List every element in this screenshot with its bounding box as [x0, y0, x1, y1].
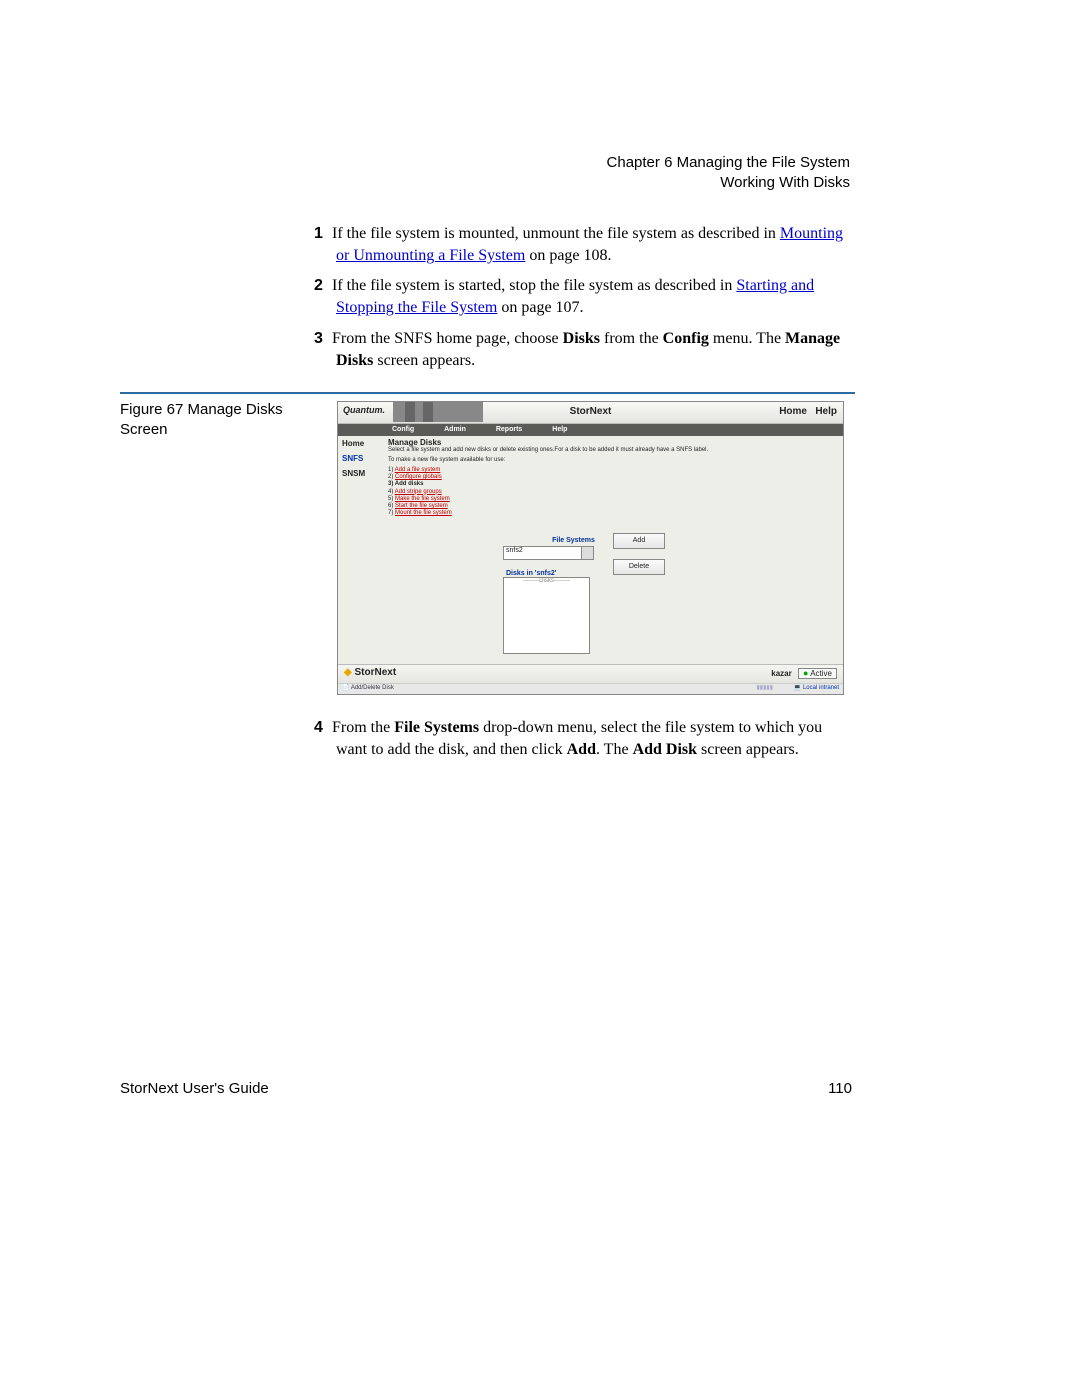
menu-help[interactable]: Help	[552, 424, 567, 436]
sidebar: Home SNFS SNSM	[338, 436, 386, 481]
manage-disks-screenshot: Quantum. StorNext Home Help Config Admin…	[337, 401, 844, 695]
t: screen appears.	[373, 352, 475, 369]
menu-bar: Config Admin Reports Help	[338, 424, 843, 436]
header-links: Home Help	[779, 406, 837, 417]
app-titlebar: Quantum. StorNext Home Help	[338, 402, 843, 424]
buttons: Add Delete	[613, 533, 665, 585]
app-body: Home SNFS SNSM Manage Disks Select a fil…	[338, 436, 843, 664]
n: 5)	[388, 496, 395, 502]
n: 6)	[388, 503, 395, 509]
step-text-tail: on page 107.	[497, 299, 583, 316]
step-add-file-system[interactable]: Add a file system	[395, 467, 441, 473]
app-title: StorNext	[338, 406, 843, 417]
step-text-tail: on page 108.	[525, 247, 611, 264]
status-badge: ● Active	[798, 668, 837, 679]
main-panel: Manage Disks Select a file system and ad…	[388, 438, 839, 654]
step-make-file-system[interactable]: Make the file system	[395, 496, 450, 502]
status-left: 📄 Add/Delete Disk	[342, 684, 394, 691]
footer-logo: ◆ StorNext	[344, 667, 396, 678]
logo-dot-icon: ◆	[344, 667, 352, 678]
t: screen appears.	[697, 741, 799, 758]
t: Config	[663, 330, 709, 347]
n: 7)	[388, 510, 395, 516]
panel-desc: Select a file system and add new disks o…	[388, 447, 839, 453]
status-right-text: Local intranet	[803, 685, 839, 691]
file-systems-select[interactable]: snfs2	[503, 546, 594, 560]
step-mount-file-system[interactable]: Mount the file system	[395, 510, 452, 516]
step-number: 3	[314, 328, 332, 350]
document-page: Chapter 6 Managing the File System Worki…	[0, 0, 1080, 1397]
app-footer: ◆ StorNext kazar ● Active	[338, 664, 843, 684]
t: Disks	[563, 330, 600, 347]
t: Add	[567, 741, 596, 758]
howto-intro: To make a new file system available for …	[388, 457, 839, 463]
menu-config[interactable]: Config	[392, 424, 414, 436]
page-header: Chapter 6 Managing the File System Worki…	[607, 153, 850, 194]
figure-caption: Figure 67 Manage Disks Screen	[120, 400, 320, 439]
file-systems-value: snfs2	[506, 547, 523, 554]
t: . The	[596, 741, 633, 758]
nav-snfs[interactable]: SNFS	[338, 451, 386, 466]
t: From the SNFS home page, choose	[332, 330, 563, 347]
step-number: 2	[314, 275, 332, 297]
step-4: 4From the File Systems drop-down menu, s…	[336, 717, 855, 762]
n: 4)	[388, 489, 395, 495]
status-dot-icon: ●	[803, 668, 808, 678]
howto-steps: 1) Add a file system 2) Configure global…	[388, 467, 839, 517]
home-link[interactable]: Home	[779, 406, 807, 417]
footer-page: 110	[828, 1080, 852, 1097]
disks-listbox[interactable]: --------Disks--------	[503, 577, 590, 654]
step-text: If the file system is started, stop the …	[332, 277, 736, 294]
n: 1)	[388, 467, 395, 473]
step-text: If the file system is mounted, unmount t…	[332, 225, 780, 242]
status-ticks-icon: ▮▮▮▮▮	[756, 684, 773, 691]
panel-title: Manage Disks	[388, 438, 839, 447]
disks-placeholder: --------Disks--------	[523, 578, 570, 584]
n: 2)	[388, 474, 395, 480]
t: from the	[600, 330, 663, 347]
chapter-title: Chapter 6 Managing the File System	[607, 153, 850, 173]
help-link[interactable]: Help	[815, 406, 837, 417]
disks-label: Disks in 'snfs2'	[506, 570, 839, 577]
footer-logo-text: StorNext	[354, 667, 396, 678]
status-text: Active	[810, 669, 832, 678]
t: File Systems	[394, 719, 479, 736]
menu-admin[interactable]: Admin	[444, 424, 466, 436]
status-left-text: Add/Delete Disk	[351, 685, 394, 691]
add-button[interactable]: Add	[613, 533, 665, 549]
step-number: 4	[314, 717, 332, 739]
step-start-file-system[interactable]: Start the file system	[395, 503, 448, 509]
file-systems-label: File Systems	[337, 537, 839, 544]
section-title: Working With Disks	[607, 173, 850, 193]
status-right: 💻 Local intranet	[794, 684, 839, 691]
step-add-stripe-groups[interactable]: Add stripe groups	[395, 489, 442, 495]
divider	[120, 392, 855, 394]
t: From the	[332, 719, 394, 736]
step-2: 2If the file system is started, stop the…	[336, 275, 855, 320]
host-name: kazar	[771, 669, 791, 678]
menu-reports[interactable]: Reports	[496, 424, 522, 436]
footer-status: kazar ● Active	[771, 668, 837, 678]
t: menu. The	[709, 330, 785, 347]
nav-snsm[interactable]: SNSM	[338, 466, 386, 481]
step-add-disks: 3) Add disks	[388, 481, 423, 487]
step-1: 1If the file system is mounted, unmount …	[336, 223, 855, 268]
step-number: 1	[314, 223, 332, 245]
browser-status-bar: 📄 Add/Delete Disk ▮▮▮▮▮ 💻 Local intranet	[338, 683, 843, 694]
t: Add Disk	[633, 741, 697, 758]
nav-home[interactable]: Home	[338, 436, 386, 451]
step-3: 3From the SNFS home page, choose Disks f…	[336, 328, 855, 373]
delete-button[interactable]: Delete	[613, 559, 665, 575]
step-configure-globals[interactable]: Configure globals	[395, 474, 442, 480]
footer-guide: StorNext User's Guide	[120, 1080, 269, 1097]
